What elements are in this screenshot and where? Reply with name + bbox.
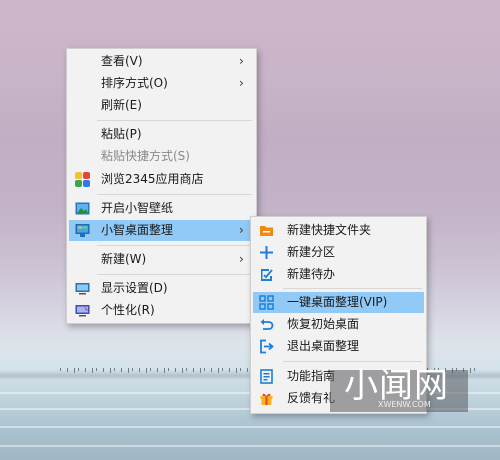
plus-icon xyxy=(259,245,274,260)
submenu-item-label: 功能指南 xyxy=(287,369,336,383)
menu-item-label: 排序方式(O) xyxy=(101,76,168,90)
personalize-icon xyxy=(75,303,90,318)
menu-item-2345-store[interactable]: 浏览2345应用商店 xyxy=(69,169,254,190)
menu-item-personalize[interactable]: 个性化(R) xyxy=(69,300,254,321)
gift-icon xyxy=(259,391,274,406)
sea-post xyxy=(132,368,133,371)
chevron-right-icon: › xyxy=(239,252,244,266)
sea-post xyxy=(67,368,68,372)
menu-item-xiaozhi-wallpaper[interactable]: 开启小智壁纸 xyxy=(69,198,254,219)
menu-item-view[interactable]: 查看(V) › xyxy=(69,51,254,72)
sea-post xyxy=(85,368,86,372)
colorful-grid-icon xyxy=(75,172,90,187)
chevron-right-icon: › xyxy=(239,54,244,68)
sea-post xyxy=(240,368,241,371)
sea-post xyxy=(110,368,111,373)
menu-item-display-settings[interactable]: 显示设置(D) xyxy=(69,278,254,299)
sea-post xyxy=(211,368,212,372)
submenu-item-exit-organize[interactable]: 退出桌面整理 xyxy=(253,336,424,357)
menu-item-new[interactable]: 新建(W) › xyxy=(69,249,254,270)
sea-post xyxy=(164,368,165,373)
desktop-context-menu: 查看(V) › 排序方式(O) › 刷新(E) 粘贴(P) 粘贴快捷方式(S) … xyxy=(66,48,257,324)
sea-post xyxy=(186,368,187,371)
sea-post xyxy=(92,368,93,373)
wallpaper-icon xyxy=(75,201,90,216)
watermark-subtext: XWENW.COM xyxy=(378,400,431,409)
submenu-item-label: 新建待办 xyxy=(287,267,336,281)
submenu-item-label: 反馈有礼 xyxy=(287,391,336,405)
submenu-item-restore-desktop[interactable]: 恢复初始桌面 xyxy=(253,314,424,335)
desktop-organize-icon xyxy=(75,223,90,238)
submenu-item-new-todo[interactable]: 新建待办 xyxy=(253,264,424,285)
sea-post xyxy=(175,368,176,372)
menu-item-label: 开启小智壁纸 xyxy=(101,201,174,215)
undo-icon xyxy=(259,317,274,332)
submenu-item-label: 恢复初始桌面 xyxy=(287,317,360,331)
sea-post xyxy=(236,368,237,373)
submenu-item-label: 新建分区 xyxy=(287,245,336,259)
menu-item-label: 显示设置(D) xyxy=(101,281,168,295)
menu-separator xyxy=(283,288,422,289)
menu-separator xyxy=(97,194,252,195)
chevron-right-icon: › xyxy=(239,223,244,237)
submenu-item-label: 一键桌面整理(VIP) xyxy=(287,295,388,309)
submenu-item-new-shortcut-folder[interactable]: 新建快捷文件夹 xyxy=(253,220,424,241)
exit-icon xyxy=(259,339,274,354)
sea-post xyxy=(128,368,129,373)
todo-icon xyxy=(259,267,274,282)
sea-post xyxy=(222,368,223,371)
sea-post xyxy=(193,368,194,372)
submenu-item-one-click-organize[interactable]: 一键桌面整理(VIP) xyxy=(253,292,424,313)
sea-post xyxy=(229,368,230,372)
menu-item-label: 粘贴快捷方式(S) xyxy=(101,149,190,163)
display-icon xyxy=(75,281,90,296)
menu-item-label: 查看(V) xyxy=(101,54,143,68)
menu-item-label: 新建(W) xyxy=(101,252,147,266)
menu-item-label: 浏览2345应用商店 xyxy=(101,172,204,186)
sea-post xyxy=(96,368,97,371)
sea-post xyxy=(474,368,475,371)
menu-item-label: 个性化(R) xyxy=(101,303,155,317)
sea-post xyxy=(200,368,201,373)
menu-item-xiaozhi-desktop-organize[interactable]: 小智桌面整理 › xyxy=(69,220,254,241)
sea-post xyxy=(114,368,115,371)
submenu-item-label: 新建快捷文件夹 xyxy=(287,223,372,237)
menu-separator xyxy=(97,245,252,246)
menu-item-label: 小智桌面整理 xyxy=(101,223,174,237)
menu-item-label: 粘贴(P) xyxy=(101,127,142,141)
sea-post xyxy=(218,368,219,373)
menu-item-label: 刷新(E) xyxy=(101,98,142,112)
sea-post xyxy=(60,368,61,371)
wave-line xyxy=(0,445,500,447)
sea-post xyxy=(146,368,147,373)
sea-post xyxy=(247,368,248,372)
menu-item-refresh[interactable]: 刷新(E) xyxy=(69,95,254,116)
watermark: 小闻网 XWENW.COM xyxy=(330,366,468,412)
sea-post xyxy=(470,368,471,373)
menu-item-sort-by[interactable]: 排序方式(O) › xyxy=(69,73,254,94)
submenu-item-new-partition[interactable]: 新建分区 xyxy=(253,242,424,263)
sea-post xyxy=(121,368,122,372)
sea-post xyxy=(150,368,151,371)
sea-post xyxy=(182,368,183,373)
guide-icon xyxy=(259,369,274,384)
grid-icon xyxy=(259,295,274,310)
sea-post xyxy=(74,368,75,373)
sea-post xyxy=(139,368,140,372)
sea-post xyxy=(103,368,104,372)
folder-icon xyxy=(259,223,274,238)
menu-separator xyxy=(283,361,422,362)
sea-post xyxy=(204,368,205,371)
sea-post xyxy=(157,368,158,372)
sea-post xyxy=(168,368,169,371)
submenu-item-label: 退出桌面整理 xyxy=(287,339,360,353)
wave-line xyxy=(0,426,500,428)
menu-separator xyxy=(97,274,252,275)
menu-separator xyxy=(97,120,252,121)
menu-item-paste[interactable]: 粘贴(P) xyxy=(69,124,254,145)
menu-item-paste-shortcut: 粘贴快捷方式(S) xyxy=(69,146,254,167)
chevron-right-icon: › xyxy=(239,76,244,90)
sea-post xyxy=(78,368,79,371)
